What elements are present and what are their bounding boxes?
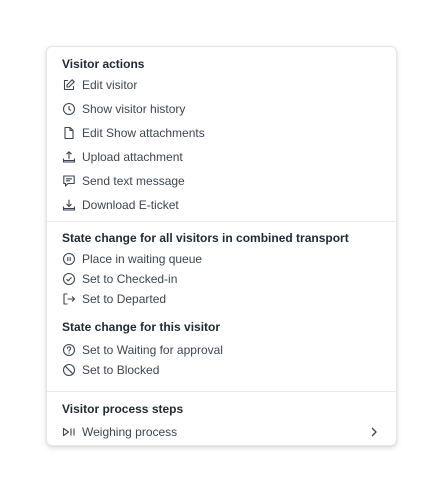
menu-item-edit-visitor[interactable]: Edit visitor [62,76,381,94]
section-heading-visitor-actions: Visitor actions [62,57,145,71]
check-circle-icon [62,272,76,286]
chevron-right-icon [369,426,379,438]
menu-item-download-e-ticket[interactable]: Download E-ticket [62,196,381,214]
menu-item-weighing-process[interactable]: Weighing process [62,423,381,441]
menu-item-label: Set to Waiting for approval [82,343,223,357]
message-icon [62,174,76,188]
question-circle-icon [62,343,76,357]
menu-item-edit-show-attachments[interactable]: Edit Show attachments [62,124,381,142]
edit-icon [62,78,76,92]
menu-item-label: Send text message [82,174,185,188]
menu-item-label: Weighing process [82,425,178,439]
blocked-icon [62,363,76,377]
step-icon [62,425,76,439]
file-icon [62,126,76,140]
menu-item-label: Place in waiting queue [82,252,203,266]
menu-item-set-to-waiting-for-approval[interactable]: Set to Waiting for approval [62,341,381,359]
menu-item-send-text-message[interactable]: Send text message [62,172,381,190]
menu-item-upload-attachment[interactable]: Upload attachment [62,148,381,166]
section-heading-combined-transport: State change for all visitors in combine… [62,231,349,245]
menu-item-label: Edit Show attachments [82,126,205,140]
section-heading-process-steps: Visitor process steps [62,402,184,416]
menu-item-place-in-waiting-queue[interactable]: Place in waiting queue [62,250,381,268]
menu-divider [47,221,396,222]
menu-item-set-to-departed[interactable]: Set to Departed [62,290,381,308]
menu-item-label: Set to Blocked [82,363,160,377]
menu-item-label: Edit visitor [82,78,138,92]
menu-item-label: Upload attachment [82,150,183,164]
visitor-context-menu: Visitor actions Edit visitor Show visito… [46,46,397,446]
upload-icon [62,150,76,164]
logout-icon [62,292,76,306]
menu-item-label: Set to Departed [82,292,167,306]
menu-item-set-to-checked-in[interactable]: Set to Checked-in [62,270,381,288]
menu-item-label: Set to Checked-in [82,272,178,286]
download-icon [62,198,76,212]
pause-circle-icon [62,252,76,266]
menu-item-label: Show visitor history [82,102,186,116]
section-heading-this-visitor: State change for this visitor [62,320,221,334]
clock-icon [62,102,76,116]
menu-item-show-visitor-history[interactable]: Show visitor history [62,100,381,118]
menu-item-label: Download E-ticket [82,198,179,212]
menu-item-set-to-blocked[interactable]: Set to Blocked [62,361,381,379]
menu-divider [47,391,396,392]
